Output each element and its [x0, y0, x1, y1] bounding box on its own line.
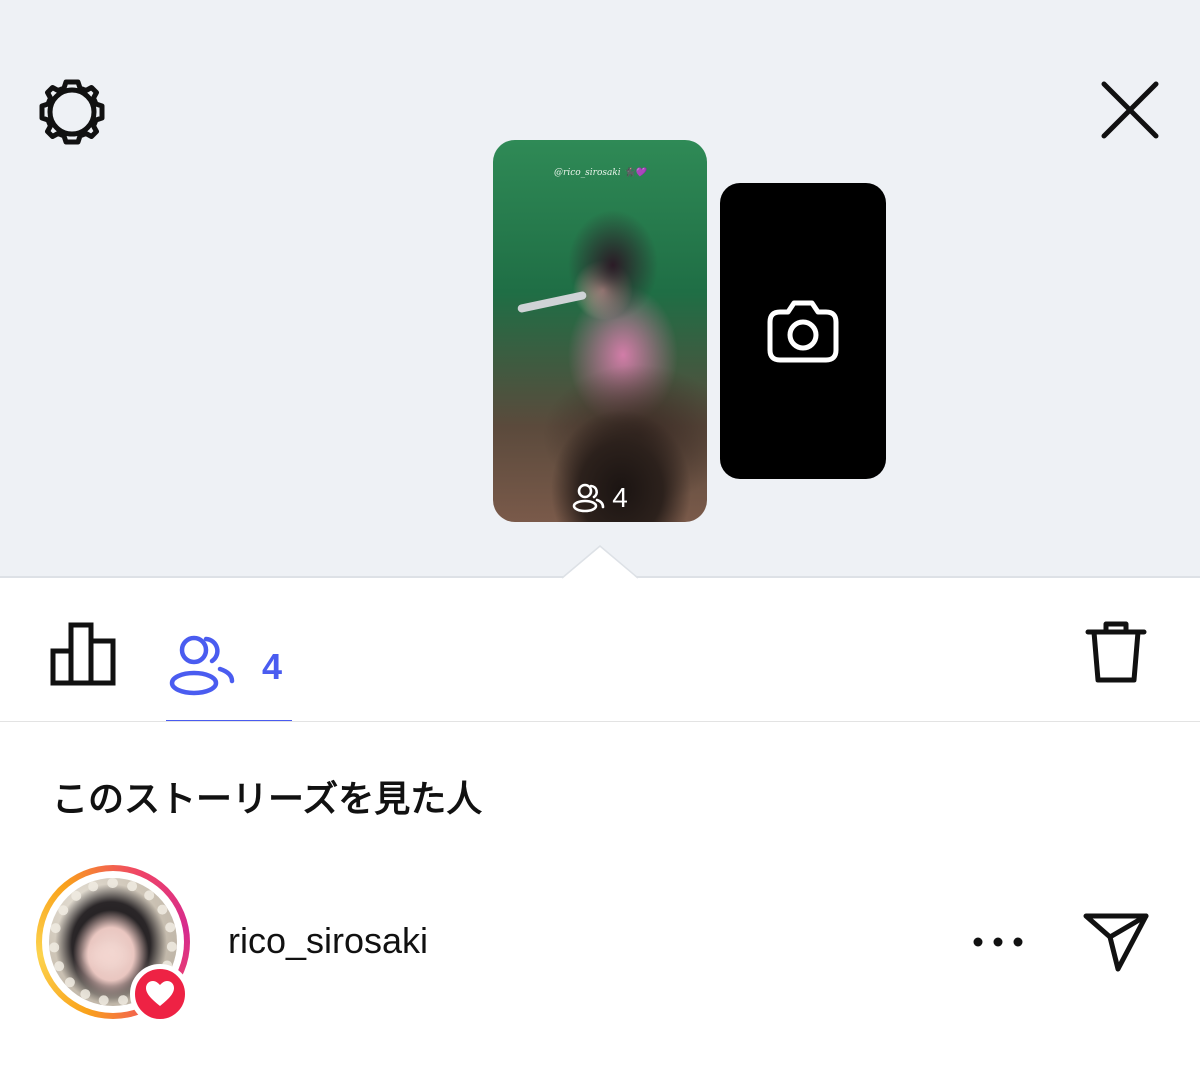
- toolbar-divider: [0, 721, 1200, 722]
- more-horizontal-icon: [973, 937, 1023, 947]
- story-overlay-tag: @rico_sirosaki 🐈‍⬛💜: [554, 168, 646, 178]
- bar-chart-icon: [50, 622, 116, 686]
- send-icon: [1083, 913, 1149, 972]
- people-icon: [572, 483, 605, 513]
- story-photo-detail: [516, 290, 588, 314]
- tab-viewers[interactable]: 4: [166, 610, 292, 722]
- story-viewer-count: 4: [493, 482, 707, 514]
- viewers-tab-count: 4: [262, 646, 283, 687]
- add-story-button[interactable]: [720, 183, 886, 479]
- delete-button[interactable]: [1076, 612, 1156, 692]
- more-options-button[interactable]: [966, 910, 1030, 974]
- close-button[interactable]: [1088, 68, 1172, 152]
- story-toolbar: 4: [0, 580, 1200, 722]
- selection-pointer: [562, 545, 638, 579]
- settings-button[interactable]: [30, 70, 114, 154]
- viewer-username[interactable]: rico_sirosaki: [228, 920, 428, 962]
- send-message-button[interactable]: [1078, 904, 1154, 980]
- gear-icon: [39, 79, 105, 145]
- story-thumbnail[interactable]: @rico_sirosaki 🐈‍⬛💜 4: [493, 140, 707, 522]
- people-icon: [169, 635, 235, 696]
- reaction-badge: [130, 964, 190, 1024]
- camera-icon: [767, 300, 839, 363]
- insights-button[interactable]: [46, 616, 122, 692]
- story-viewer-count-value: 4: [612, 482, 628, 513]
- section-title: このストーリーズを見た人: [52, 778, 483, 819]
- close-icon: [1101, 81, 1159, 139]
- list-item[interactable]: rico_sirosaki: [0, 860, 1200, 1030]
- trash-icon: [1085, 621, 1147, 683]
- heart-icon: [146, 981, 174, 1006]
